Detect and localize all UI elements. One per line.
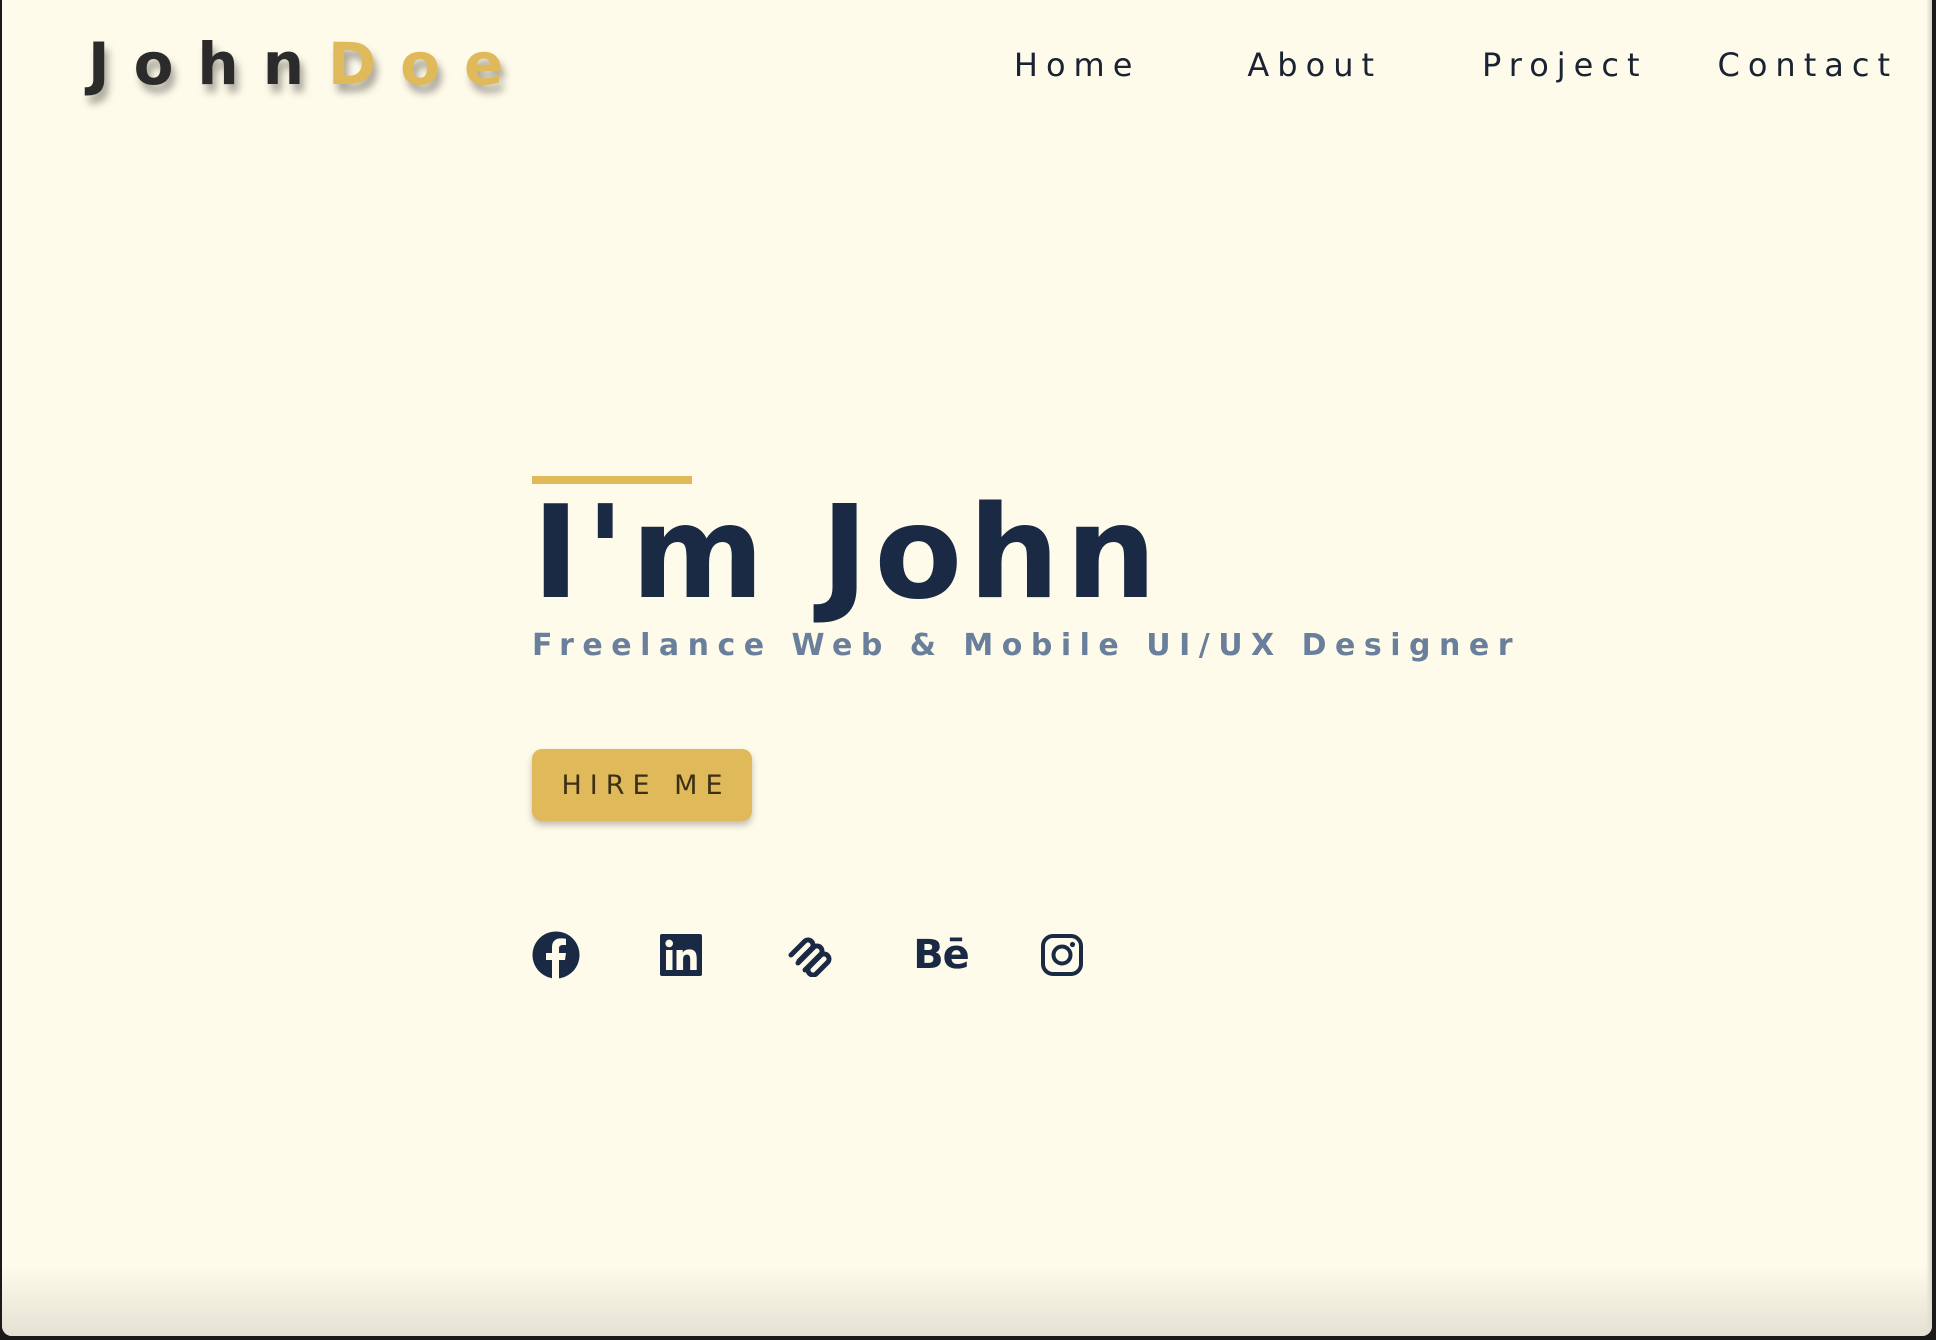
behance-icon: Bē [913, 932, 970, 978]
window-edge [1926, 0, 1932, 1336]
logo[interactable]: JohnDoe [88, 28, 527, 100]
hero-section: I'm John Freelance Web & Mobile UI/UX De… [532, 476, 1521, 979]
hero-title: I'm John [532, 479, 1163, 628]
nav-about-link[interactable]: About [1247, 46, 1382, 84]
facebook-icon [532, 931, 580, 979]
page: JohnDoe Home About Project Contact I'm J… [2, 0, 1932, 1336]
linkedin-icon [659, 933, 703, 977]
main-nav: Home About Project Contact [1014, 42, 1898, 88]
nav-project-link[interactable]: Project [1482, 46, 1647, 84]
nav-contact-link[interactable]: Contact [1718, 46, 1899, 84]
behance-link[interactable]: Bē [909, 930, 973, 980]
logo-last-name: Doe [328, 30, 528, 98]
hero-subtitle: Freelance Web & Mobile UI/UX Designer [532, 628, 1521, 663]
squarespace-link[interactable] [782, 930, 836, 980]
nav-home-link[interactable]: Home [1014, 46, 1141, 84]
instagram-icon [1040, 933, 1084, 977]
logo-first-name: John [88, 30, 329, 98]
squarespace-icon [783, 933, 835, 977]
instagram-link[interactable] [1035, 930, 1089, 980]
linkedin-link[interactable] [654, 930, 708, 980]
hire-me-button[interactable]: HIRE ME [532, 749, 752, 821]
facebook-link[interactable] [529, 930, 583, 980]
